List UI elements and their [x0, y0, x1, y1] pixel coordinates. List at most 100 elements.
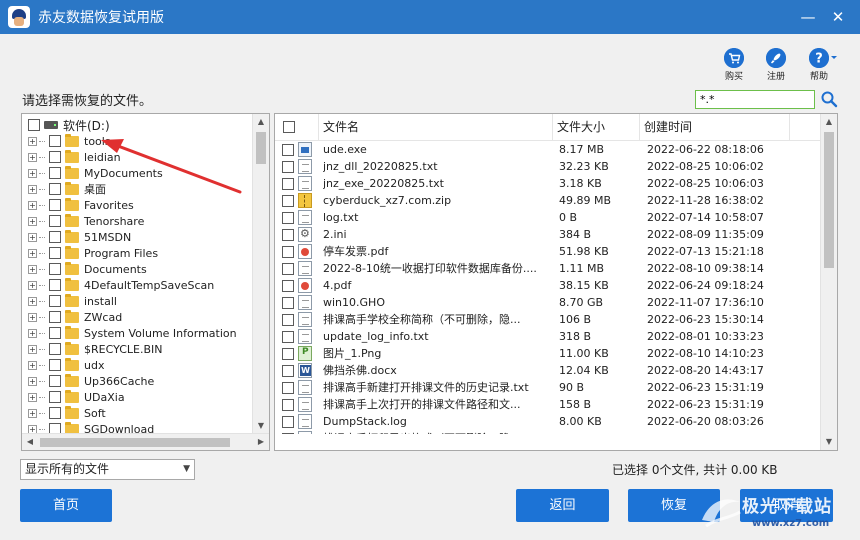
tree-folder-item[interactable]: + tools — [22, 133, 252, 149]
tree-folder-item[interactable]: + Documents — [22, 261, 252, 277]
file-row[interactable]: cyberduck_xz7.com.zip 49.89 MB 2022-11-28 … — [275, 192, 821, 209]
tree-folder-item[interactable]: +4DefaultTempSaveScan — [22, 277, 252, 293]
file-row[interactable]: update_log_info.txt 318 B 2022-08-01 10:33… — [275, 328, 821, 345]
buy-button[interactable]: 购买 — [714, 48, 754, 82]
folder-checkbox[interactable] — [49, 311, 61, 323]
file-row[interactable]: 佛挡杀佛.docx 12.04 KB 2022-08-20 14:43:17 — [275, 362, 821, 379]
tree-folder-item[interactable]: + Program Files — [22, 245, 252, 261]
file-checkbox[interactable] — [282, 331, 294, 343]
file-row[interactable]: 图片_1.Png 11.00 KB 2022-08-10 14:10:23 — [275, 345, 821, 362]
folder-checkbox[interactable] — [49, 167, 61, 179]
file-row[interactable]: 排课高手上次打开的排课文件路径和文... 158 B 2022-06-23 15:3… — [275, 396, 821, 413]
folder-checkbox[interactable] — [49, 151, 61, 163]
expand-plus-icon[interactable]: + — [28, 168, 37, 178]
folder-checkbox[interactable] — [49, 359, 61, 371]
tree-folder-item[interactable]: + ZWcad — [22, 309, 252, 325]
file-checkbox[interactable] — [282, 263, 294, 275]
file-scroll-down-arrow-icon[interactable]: ▼ — [821, 434, 837, 450]
tree-folder-item[interactable]: + MyDocuments — [22, 165, 252, 181]
minimize-button[interactable]: — — [797, 6, 819, 28]
expand-plus-icon[interactable]: + — [28, 152, 37, 162]
expand-plus-icon[interactable]: + — [28, 216, 37, 226]
expand-plus-icon[interactable]: + — [28, 376, 37, 386]
file-row[interactable]: DumpStack.log 8.00 KB 2022-06-20 08:03:26 — [275, 413, 821, 430]
select-all-checkbox[interactable] — [283, 121, 295, 133]
folder-tree[interactable]: 软件(D:) + tools + leidian + MyDocuments + 桌面 + Fav… — [21, 113, 270, 451]
folder-checkbox[interactable] — [49, 231, 61, 243]
expand-plus-icon[interactable]: + — [28, 280, 37, 290]
folder-checkbox[interactable] — [49, 407, 61, 419]
expand-plus-icon[interactable]: + — [28, 296, 37, 306]
tree-folder-item[interactable]: + Tenorshare — [22, 213, 252, 229]
help-button[interactable]: ? 帮助 — [799, 48, 839, 82]
file-checkbox[interactable] — [282, 280, 294, 292]
folder-checkbox[interactable] — [49, 343, 61, 355]
tree-folder-item[interactable]: + Up366Cache — [22, 373, 252, 389]
expand-plus-icon[interactable]: + — [28, 184, 37, 194]
file-checkbox[interactable] — [282, 416, 294, 428]
expand-plus-icon[interactable]: + — [28, 264, 37, 274]
file-row[interactable]: jnz_dll_20220825.txt 32.23 KB 2022-08-25 1… — [275, 158, 821, 175]
folder-checkbox[interactable] — [49, 215, 61, 227]
back-button[interactable]: 返回 — [516, 489, 609, 522]
scroll-left-arrow-icon[interactable]: ◀ — [22, 434, 38, 450]
tree-folder-item[interactable]: +51MSDN — [22, 229, 252, 245]
file-checkbox[interactable] — [282, 212, 294, 224]
file-checkbox[interactable] — [282, 246, 294, 258]
file-scroll-up-arrow-icon[interactable]: ▲ — [821, 114, 837, 130]
column-header-created[interactable]: 创建时间 — [640, 114, 790, 140]
expand-plus-icon[interactable]: + — [28, 136, 37, 146]
folder-checkbox[interactable] — [49, 263, 61, 275]
folder-checkbox[interactable] — [49, 391, 61, 403]
file-row[interactable]: log.txt 0 B 2022-07-14 10:58:07 — [275, 209, 821, 226]
file-checkbox[interactable] — [282, 348, 294, 360]
column-header-name[interactable]: 文件名 — [319, 114, 553, 140]
file-checkbox[interactable] — [282, 382, 294, 394]
file-list[interactable]: 文件名 文件大小 创建时间 ude.exe 8.17 MB 2022-06-22 0… — [274, 113, 838, 451]
tree-folder-item[interactable]: + 桌面 — [22, 181, 252, 197]
drive-checkbox[interactable] — [28, 119, 40, 131]
expand-plus-icon[interactable]: + — [28, 360, 37, 370]
tree-folder-item[interactable]: + $RECYCLE.BIN — [22, 341, 252, 357]
tree-folder-item[interactable]: + System Volume Information — [22, 325, 252, 341]
scroll-right-arrow-icon[interactable]: ▶ — [253, 434, 269, 450]
folder-checkbox[interactable] — [49, 135, 61, 147]
expand-plus-icon[interactable]: + — [28, 408, 37, 418]
file-row[interactable]: 2022-8-10统一收据打印软件数据库备份.... 1.11 MB 2022-08… — [275, 260, 821, 277]
home-button[interactable]: 首页 — [20, 489, 112, 522]
scroll-down-arrow-icon[interactable]: ▼ — [253, 418, 269, 434]
scroll-up-arrow-icon[interactable]: ▲ — [253, 114, 269, 130]
file-checkbox[interactable] — [282, 161, 294, 173]
file-scroll-thumb[interactable] — [824, 132, 834, 268]
file-checkbox[interactable] — [282, 433, 294, 434]
file-checkbox[interactable] — [282, 314, 294, 326]
file-vertical-scrollbar[interactable]: ▲ ▼ — [820, 114, 837, 450]
file-checkbox[interactable] — [282, 178, 294, 190]
close-button[interactable]: ✕ — [827, 6, 849, 28]
file-checkbox[interactable] — [282, 365, 294, 377]
file-row[interactable]: 停车发票.pdf 51.98 KB 2022-07-13 15:21:18 — [275, 243, 821, 260]
tree-folder-item[interactable]: + Favorites — [22, 197, 252, 213]
tree-horizontal-scrollbar[interactable]: ◀ ▶ — [22, 433, 269, 450]
file-row[interactable]: 排课高手新建打开排课文件的历史记录.txt 90 B 2022-06-23 15:3… — [275, 379, 821, 396]
file-row[interactable]: 2.ini 384 B 2022-08-09 11:35:09 — [275, 226, 821, 243]
file-row[interactable]: 4.pdf 38.15 KB 2022-06-24 09:18:24 — [275, 277, 821, 294]
tree-vertical-scrollbar[interactable]: ▲ ▼ — [252, 114, 269, 434]
folder-checkbox[interactable] — [49, 183, 61, 195]
expand-plus-icon[interactable]: + — [28, 200, 37, 210]
tree-folder-item[interactable]: + udx — [22, 357, 252, 373]
file-row[interactable]: win10.GHO 8.70 GB 2022-11-07 17:36:10 — [275, 294, 821, 311]
file-checkbox[interactable] — [282, 195, 294, 207]
tree-hscroll-thumb[interactable] — [40, 438, 230, 447]
expand-plus-icon[interactable]: + — [28, 312, 37, 322]
expand-plus-icon[interactable]: + — [28, 232, 37, 242]
folder-checkbox[interactable] — [49, 295, 61, 307]
file-row[interactable]: jnz_exe_20220825.txt 3.18 KB 2022-08-25 10… — [275, 175, 821, 192]
filter-input[interactable] — [695, 90, 815, 109]
search-icon[interactable] — [820, 90, 838, 108]
tree-folder-item[interactable]: + install — [22, 293, 252, 309]
expand-plus-icon[interactable]: + — [28, 248, 37, 258]
column-header-size[interactable]: 文件大小 — [553, 114, 640, 140]
tree-scroll-thumb[interactable] — [256, 132, 266, 164]
display-filter-select[interactable]: 显示所有的文件 ▼ — [20, 459, 195, 480]
